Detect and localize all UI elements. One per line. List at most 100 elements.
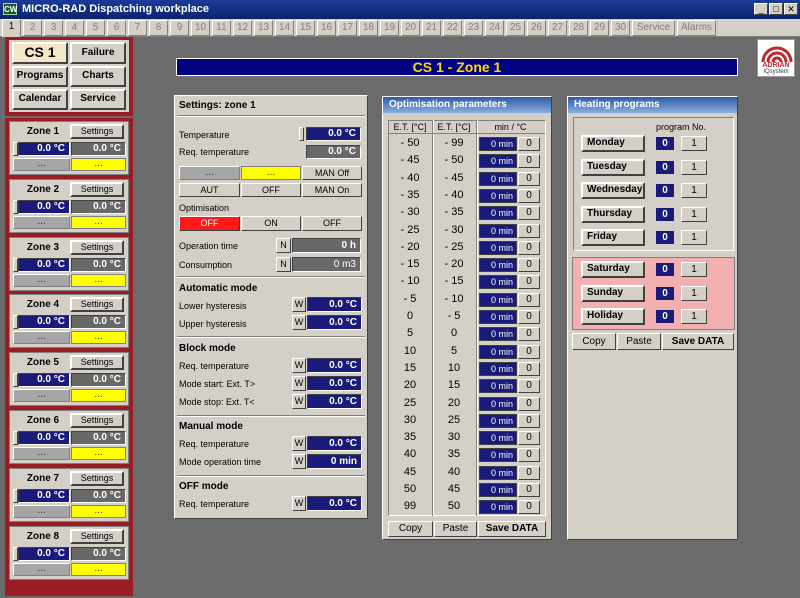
tab-6[interactable]: 6: [107, 20, 126, 36]
tab-27[interactable]: 27: [548, 20, 567, 36]
program-select-button[interactable]: 1: [681, 285, 707, 301]
charts-button[interactable]: Charts: [70, 66, 126, 87]
opt-paste-button[interactable]: Paste: [434, 521, 477, 537]
mode-start-w-button[interactable]: W: [292, 376, 306, 391]
tab-18[interactable]: 18: [359, 20, 378, 36]
mode-op-time-w-button[interactable]: W: [292, 454, 306, 469]
tab-23[interactable]: 23: [464, 20, 483, 36]
zone-settings-button[interactable]: Settings: [70, 181, 124, 197]
min-adjust-button[interactable]: 0: [518, 154, 540, 169]
min-adjust-button[interactable]: 0: [518, 500, 540, 515]
tab-15[interactable]: 15: [296, 20, 315, 36]
tab-20[interactable]: 20: [401, 20, 420, 36]
block-req-w-button[interactable]: W: [292, 358, 306, 373]
opt-save-button[interactable]: Save DATA: [478, 521, 546, 537]
tab-9[interactable]: 9: [170, 20, 189, 36]
zone-settings-button[interactable]: Settings: [70, 124, 124, 139]
tab-28[interactable]: 28: [569, 20, 588, 36]
program-select-button[interactable]: 1: [681, 230, 707, 245]
min-adjust-button[interactable]: 0: [518, 240, 540, 255]
lower-hyst-w-button[interactable]: W: [292, 297, 306, 312]
tab-3[interactable]: 3: [44, 20, 63, 36]
consumption-n-button[interactable]: N: [276, 257, 291, 272]
min-adjust-button[interactable]: 0: [518, 327, 540, 342]
tab-17[interactable]: 17: [338, 20, 357, 36]
programs-button[interactable]: Programs: [12, 66, 68, 87]
tab-22[interactable]: 22: [443, 20, 462, 36]
tab-service[interactable]: Service: [632, 20, 675, 36]
tab-16[interactable]: 16: [317, 20, 336, 36]
min-adjust-button[interactable]: 0: [518, 465, 540, 480]
failure-button[interactable]: Failure: [70, 42, 126, 64]
day-saturday-button[interactable]: Saturday: [581, 261, 645, 278]
min-adjust-button[interactable]: 0: [518, 396, 540, 411]
tab-13[interactable]: 13: [254, 20, 273, 36]
min-adjust-button[interactable]: 0: [518, 413, 540, 428]
tab-19[interactable]: 19: [380, 20, 399, 36]
day-tuesday-button[interactable]: Tuesday: [581, 158, 645, 176]
zone-settings-button[interactable]: Settings: [70, 297, 124, 313]
tab-2[interactable]: 2: [23, 20, 42, 36]
program-select-button[interactable]: 1: [681, 206, 707, 222]
opt-off2-button[interactable]: OFF: [302, 216, 362, 231]
program-select-button[interactable]: 1: [681, 136, 707, 151]
heat-paste-button[interactable]: Paste: [617, 333, 661, 350]
tab-8[interactable]: 8: [149, 20, 168, 36]
program-select-button[interactable]: 1: [681, 309, 707, 324]
min-adjust-button[interactable]: 0: [518, 310, 540, 324]
program-select-button[interactable]: 1: [681, 183, 707, 198]
tab-1[interactable]: 1: [2, 19, 21, 37]
man-off-button[interactable]: MAN Off: [302, 166, 362, 180]
min-adjust-button[interactable]: 0: [518, 448, 540, 463]
min-adjust-button[interactable]: 0: [518, 361, 540, 376]
tab-11[interactable]: 11: [212, 20, 231, 36]
min-adjust-button[interactable]: 0: [518, 223, 540, 238]
day-sunday-button[interactable]: Sunday: [581, 284, 645, 302]
day-thursday-button[interactable]: Thursday: [581, 205, 645, 223]
mode-stop-w-button[interactable]: W: [292, 394, 306, 409]
opt-off-button[interactable]: OFF: [179, 216, 240, 231]
min-adjust-button[interactable]: 0: [518, 188, 540, 203]
tab-25[interactable]: 25: [506, 20, 525, 36]
tab-4[interactable]: 4: [65, 20, 84, 36]
min-adjust-button[interactable]: 0: [518, 275, 540, 290]
tab-30[interactable]: 30: [611, 20, 630, 36]
zone-settings-button[interactable]: Settings: [70, 470, 124, 486]
min-adjust-button[interactable]: 0: [518, 483, 540, 497]
opt-copy-button[interactable]: Copy: [388, 521, 433, 537]
aut-button[interactable]: AUT: [179, 183, 240, 197]
program-select-button[interactable]: 1: [681, 262, 707, 277]
calendar-button[interactable]: Calendar: [12, 89, 68, 110]
min-adjust-button[interactable]: 0: [518, 137, 540, 151]
day-friday-button[interactable]: Friday: [581, 229, 645, 246]
close-button[interactable]: ✕: [784, 3, 798, 15]
opt-on-button[interactable]: ON: [241, 216, 301, 231]
zone-settings-button[interactable]: Settings: [70, 239, 124, 255]
tab-5[interactable]: 5: [86, 20, 105, 36]
cs-button[interactable]: CS 1: [12, 42, 68, 64]
tab-7[interactable]: 7: [128, 20, 147, 36]
minimize-button[interactable]: _: [754, 3, 768, 15]
tab-29[interactable]: 29: [590, 20, 609, 36]
tab-12[interactable]: 12: [233, 20, 252, 36]
program-select-button[interactable]: 1: [681, 159, 707, 175]
day-monday-button[interactable]: Monday: [581, 135, 645, 152]
manual-req-w-button[interactable]: W: [292, 436, 306, 451]
maximize-button[interactable]: □: [769, 3, 783, 15]
tab-24[interactable]: 24: [485, 20, 504, 36]
off-button[interactable]: OFF: [241, 183, 301, 197]
tab-21[interactable]: 21: [422, 20, 441, 36]
min-adjust-button[interactable]: 0: [518, 431, 540, 446]
min-adjust-button[interactable]: 0: [518, 379, 540, 394]
zone-settings-button[interactable]: Settings: [70, 528, 124, 544]
heat-copy-button[interactable]: Copy: [572, 333, 616, 350]
tab-14[interactable]: 14: [275, 20, 294, 36]
tab-26[interactable]: 26: [527, 20, 546, 36]
day-wednesday-button[interactable]: Wednesday: [581, 182, 645, 199]
zone-settings-button[interactable]: Settings: [70, 355, 124, 371]
service-button[interactable]: Service: [70, 89, 126, 110]
tab-10[interactable]: 10: [191, 20, 210, 36]
zone-settings-button[interactable]: Settings: [70, 413, 124, 428]
man-on-button[interactable]: MAN On: [302, 183, 362, 197]
heat-save-button[interactable]: Save DATA: [662, 333, 734, 350]
